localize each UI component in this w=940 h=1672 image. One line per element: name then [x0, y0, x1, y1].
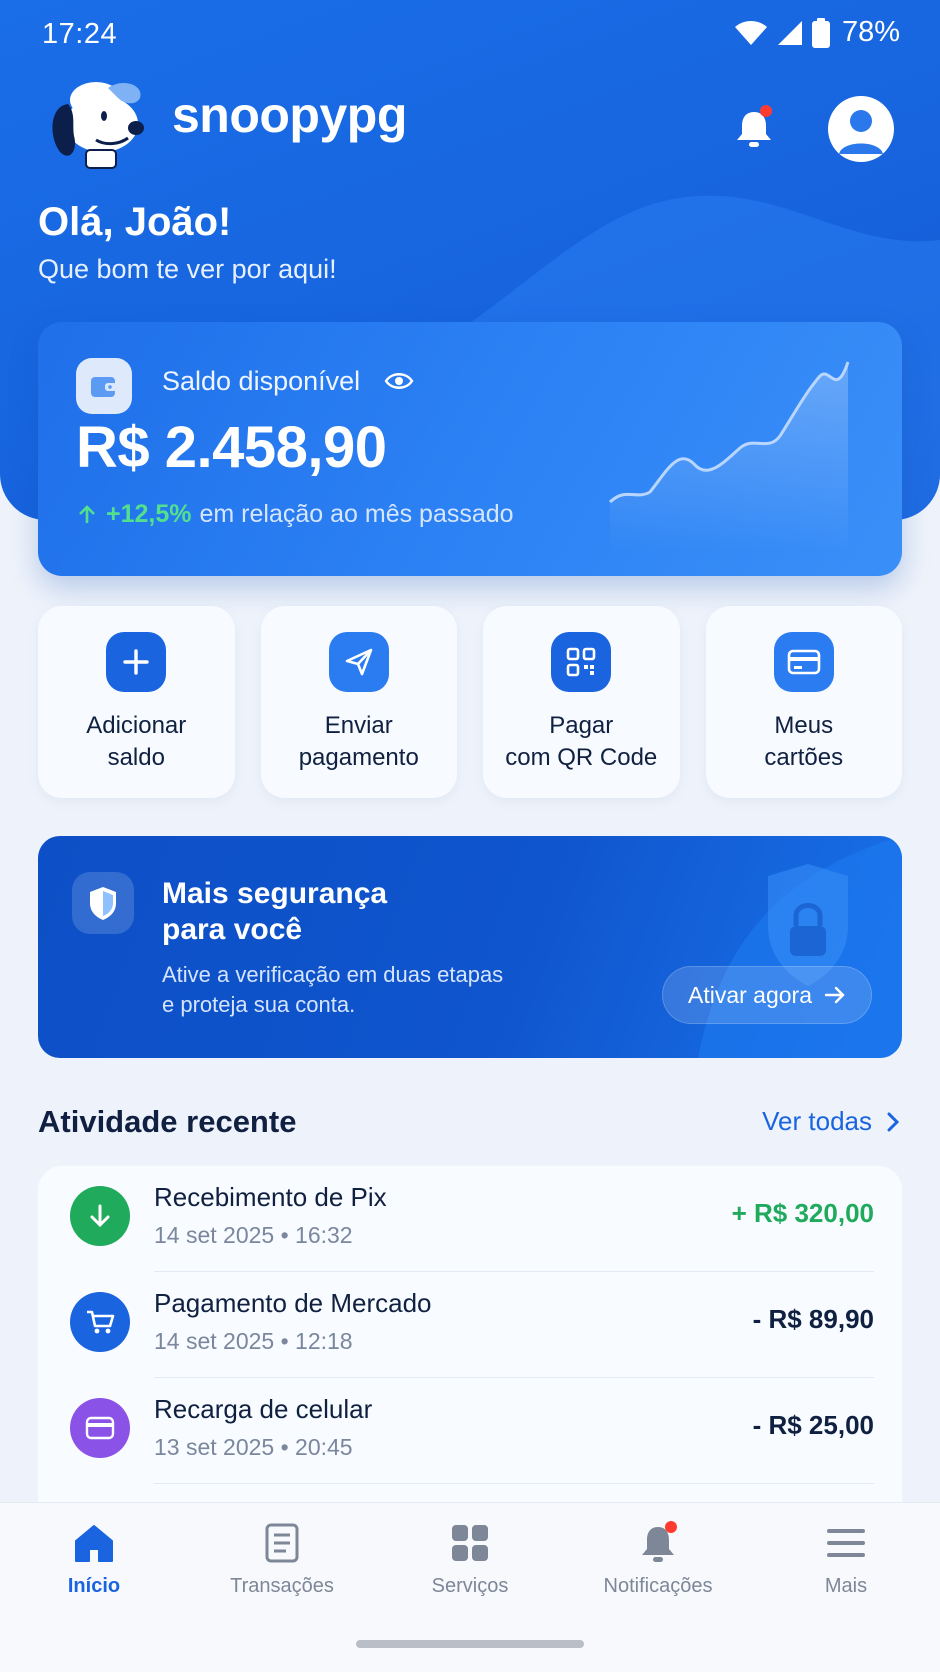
tab-notifications[interactable]: Notificações: [578, 1521, 738, 1611]
battery-percentage: 78%: [841, 16, 900, 48]
cart-icon: [70, 1292, 130, 1352]
arrow-down-icon: [70, 1186, 130, 1246]
transaction-date: 14 set 2025 • 12:18: [154, 1328, 353, 1354]
see-all-label: Ver todas: [762, 1106, 872, 1136]
receipt-icon: [260, 1521, 304, 1565]
recent-activity-list: Recebimento de Pix 14 set 2025 • 16:32 +…: [38, 1166, 902, 1526]
tab-label: Transações: [230, 1575, 334, 1597]
tab-more[interactable]: Mais: [766, 1521, 926, 1611]
battery-icon: [811, 17, 830, 48]
transaction-row[interactable]: Recebimento de Pix 14 set 2025 • 16:32 +…: [38, 1166, 902, 1272]
signal-icon: [777, 20, 802, 45]
home-indicator[interactable]: [356, 1640, 584, 1648]
credit-card-icon: [773, 632, 834, 692]
transaction-date: 13 set 2025 • 20:45: [154, 1434, 353, 1460]
home-icon: [72, 1521, 116, 1565]
balance-sparkline: [608, 361, 850, 552]
shield-icon: [72, 872, 134, 934]
arrow-right-icon: [824, 986, 845, 1004]
chevron-right-icon: [887, 1112, 900, 1131]
greeting-title: Olá, João!: [38, 200, 232, 244]
tab-label: Mais: [824, 1575, 868, 1597]
greeting-subtitle: Que bom te ver por aqui!: [38, 254, 337, 284]
activate-now-label: Ativar agora: [687, 981, 812, 1008]
profile-avatar[interactable]: [828, 96, 894, 162]
send-payment-button[interactable]: Enviar pagamento: [260, 606, 457, 798]
balance-trend: +12,5% em relação ao mês passado: [76, 500, 514, 529]
trend-percentage: +12,5%: [106, 500, 192, 528]
lock-shield-illustration: [698, 836, 902, 1058]
status-bar: 17:24 78%: [0, 0, 940, 68]
action-label: Enviar pagamento: [298, 712, 419, 771]
brand-name: snoopypg: [172, 87, 407, 143]
grid-icon: [448, 1521, 492, 1565]
wifi-icon: [734, 20, 767, 45]
tab-label: Início: [67, 1575, 121, 1597]
wallet-icon: [76, 358, 132, 414]
add-balance-button[interactable]: Adicionar saldo: [38, 606, 235, 798]
notifications-button[interactable]: [730, 104, 778, 152]
user-icon: [839, 110, 883, 154]
pay-qr-code-button[interactable]: Pagar com QR Code: [483, 606, 680, 798]
snoopy-logo: [52, 82, 144, 169]
activate-now-button[interactable]: Ativar agora: [662, 966, 872, 1024]
send-icon: [328, 632, 389, 692]
trend-description: em relação ao mês passado: [199, 500, 514, 528]
status-time: 17:24: [42, 18, 118, 50]
card-icon: [70, 1398, 130, 1458]
tab-services[interactable]: Serviços: [390, 1521, 550, 1611]
tab-home[interactable]: Início: [14, 1521, 174, 1611]
tab-label: Notificações: [603, 1575, 713, 1597]
plus-icon: [106, 632, 167, 692]
bell-icon: [636, 1521, 680, 1565]
recent-activity-title: Atividade recente: [38, 1104, 297, 1139]
tab-label: Serviços: [431, 1575, 509, 1597]
balance-label: Saldo disponível: [162, 366, 361, 396]
security-description: Ative a verificação em duas etapas e pro…: [162, 962, 504, 1017]
transaction-amount: - R$ 25,00: [752, 1410, 874, 1440]
divider: [154, 1483, 874, 1484]
transaction-date: 14 set 2025 • 16:32: [154, 1222, 353, 1248]
my-cards-button[interactable]: Meus cartões: [705, 606, 902, 798]
transaction-title: Recebimento de Pix: [154, 1182, 387, 1212]
status-indicators: 78%: [734, 16, 900, 49]
transaction-row[interactable]: Recarga de celular 13 set 2025 • 20:45 -…: [38, 1378, 902, 1484]
security-title: Mais segurança para você: [162, 877, 388, 946]
action-label: Pagar com QR Code: [505, 712, 658, 771]
trend-up-icon: [79, 504, 95, 523]
security-banner[interactable]: Mais segurança para você Ative a verific…: [38, 836, 902, 1058]
balance-card[interactable]: Saldo disponível R$ 2.458,90 +12,5% em r…: [38, 322, 902, 576]
qr-code-icon: [551, 632, 612, 692]
transaction-row[interactable]: Pagamento de Mercado 14 set 2025 • 12:18…: [38, 1272, 902, 1378]
menu-icon: [824, 1521, 868, 1565]
quick-actions: Adicionar saldo Enviar pagamento Pagar com …: [38, 606, 902, 798]
action-label: Adicionar saldo: [86, 712, 187, 771]
balance-value: R$ 2.458,90: [76, 415, 387, 480]
transaction-amount: - R$ 89,90: [752, 1304, 874, 1334]
see-all-link[interactable]: Ver todas: [762, 1106, 900, 1137]
bell-icon: [737, 105, 772, 147]
action-label: Meus cartões: [764, 712, 844, 771]
transaction-amount: + R$ 320,00: [731, 1198, 874, 1228]
eye-icon[interactable]: [384, 368, 414, 394]
transaction-title: Recarga de celular: [154, 1394, 373, 1424]
tab-transactions[interactable]: Transações: [202, 1521, 362, 1611]
transaction-title: Pagamento de Mercado: [154, 1288, 432, 1318]
